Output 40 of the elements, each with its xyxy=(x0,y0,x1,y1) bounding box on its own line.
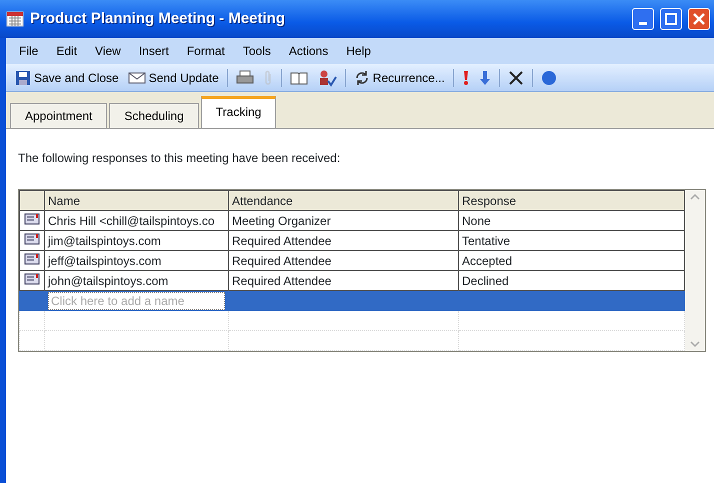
tab[interactable]: Scheduling xyxy=(109,103,199,128)
column-header: Name xyxy=(44,190,228,210)
window-title: Product Planning Meeting - Meeting xyxy=(30,8,286,29)
table-cell: None xyxy=(458,210,684,230)
menu-item[interactable]: Tools xyxy=(236,40,278,62)
menu-item[interactable]: Edit xyxy=(49,40,84,62)
toolbar-button[interactable]: Save and Close xyxy=(12,68,122,88)
menu-item[interactable]: Insert xyxy=(132,40,176,62)
intro-text: The following responses to this meeting have been received: xyxy=(18,150,342,167)
column-header: Attendance xyxy=(228,190,458,210)
calendar-icon xyxy=(6,11,24,27)
table-cell: Required Attendee xyxy=(228,230,458,250)
table-cell: Meeting Organizer xyxy=(228,210,458,230)
minimize-button[interactable] xyxy=(632,8,654,30)
save-icon xyxy=(15,70,31,86)
toolbar-button[interactable]: Recurrence... xyxy=(350,68,448,88)
table-cell: Tentative xyxy=(458,230,684,250)
circular-arrows-icon xyxy=(354,70,370,86)
table-cell: Accepted xyxy=(458,250,684,270)
menu-item[interactable]: Format xyxy=(180,40,232,62)
attendee-icon xyxy=(24,252,40,264)
name-input-field[interactable]: Click here to add a name xyxy=(48,292,225,310)
tab[interactable]: Tracking xyxy=(200,96,276,128)
attendee-icon xyxy=(24,232,40,244)
menu-item[interactable]: Help xyxy=(339,40,378,62)
maximize-button[interactable] xyxy=(660,8,682,30)
menu-item[interactable]: File xyxy=(12,40,46,62)
minimize-icon xyxy=(639,22,647,24)
close-icon xyxy=(693,13,705,25)
attendee-icon xyxy=(24,212,40,224)
attendee-icon xyxy=(24,272,40,284)
menu-item[interactable]: Actions xyxy=(282,40,336,62)
column-header: Response xyxy=(458,190,684,210)
close-button[interactable] xyxy=(688,8,710,30)
table-cell: Required Attendee xyxy=(228,250,458,270)
tab[interactable]: Appointment xyxy=(10,103,108,128)
menu-item[interactable]: View xyxy=(88,40,128,62)
maximize-icon xyxy=(665,13,677,25)
envelope-icon xyxy=(128,70,146,84)
toolbar-button[interactable]: Send Update xyxy=(124,68,222,88)
